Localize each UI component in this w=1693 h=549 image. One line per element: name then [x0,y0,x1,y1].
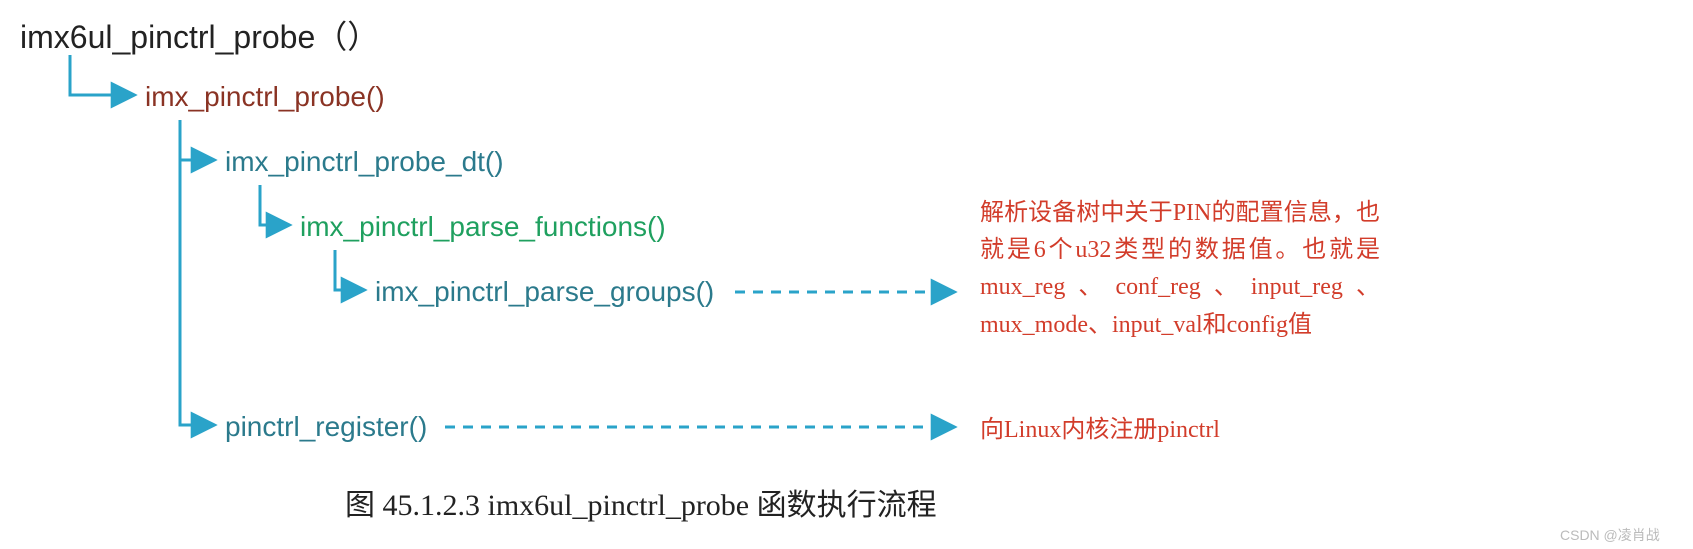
watermark: CSDN @凌肖战 [1560,525,1660,545]
node-pinctrl-register: pinctrl_register() [225,410,427,444]
node-root: imx6ul_pinctrl_probe（） [20,18,379,56]
edge-n1-n5 [180,120,215,425]
node-imx-pinctrl-parse-functions: imx_pinctrl_parse_functions() [300,210,666,244]
note-parse-groups: 解析设备树中关于PIN的配置信息，也就是6个u32类型的数据值。也就是mux_r… [980,195,1380,344]
node-imx-pinctrl-parse-groups: imx_pinctrl_parse_groups() [375,275,714,309]
node-imx-pinctrl-probe-dt: imx_pinctrl_probe_dt() [225,145,504,179]
edge-n3-n4 [335,250,365,290]
note-register: 向Linux内核注册pinctrl [980,412,1220,449]
figure-caption: 图 45.1.2.3 imx6ul_pinctrl_probe 函数执行流程 [345,480,937,524]
edge-n1-n2 [180,120,215,160]
edge-n2-n3 [260,185,290,225]
node-imx-pinctrl-probe: imx_pinctrl_probe() [145,80,385,114]
edge-root-n1 [70,55,135,95]
